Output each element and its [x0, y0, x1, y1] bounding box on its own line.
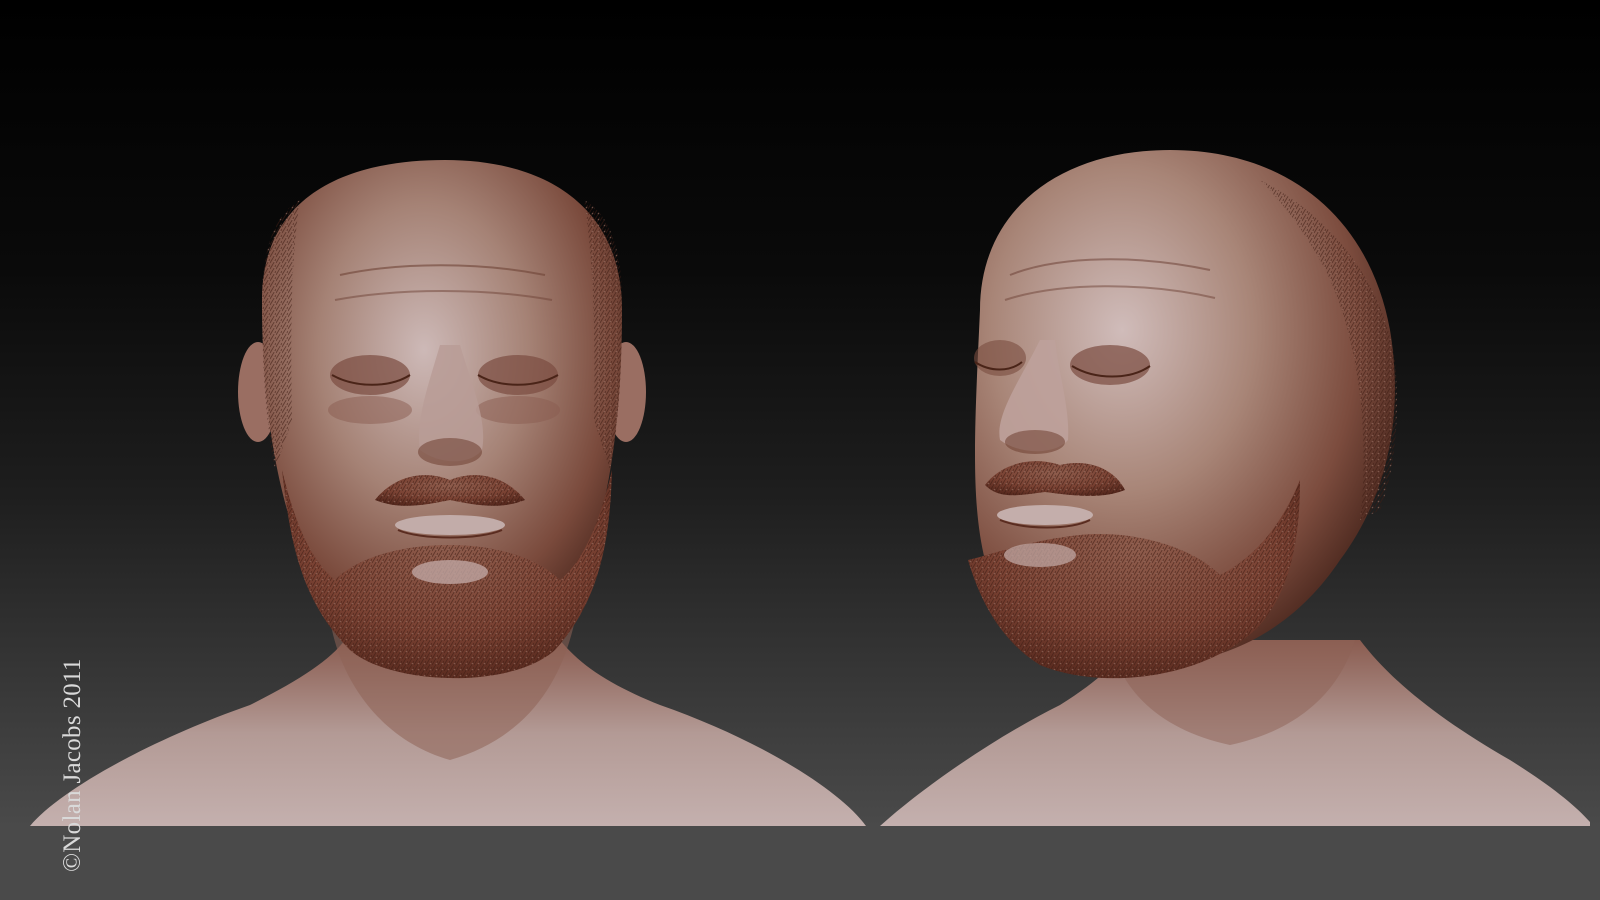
bust-front-view — [30, 160, 866, 826]
copyright-credit: ©Nolan Jacobs 2011 — [59, 658, 86, 872]
sculpt-render — [0, 150, 1600, 900]
render-canvas: ©Nolan Jacobs 2011 — [0, 0, 1600, 900]
ground-plane — [0, 826, 1600, 900]
bust-three-quarter-view — [880, 150, 1590, 826]
